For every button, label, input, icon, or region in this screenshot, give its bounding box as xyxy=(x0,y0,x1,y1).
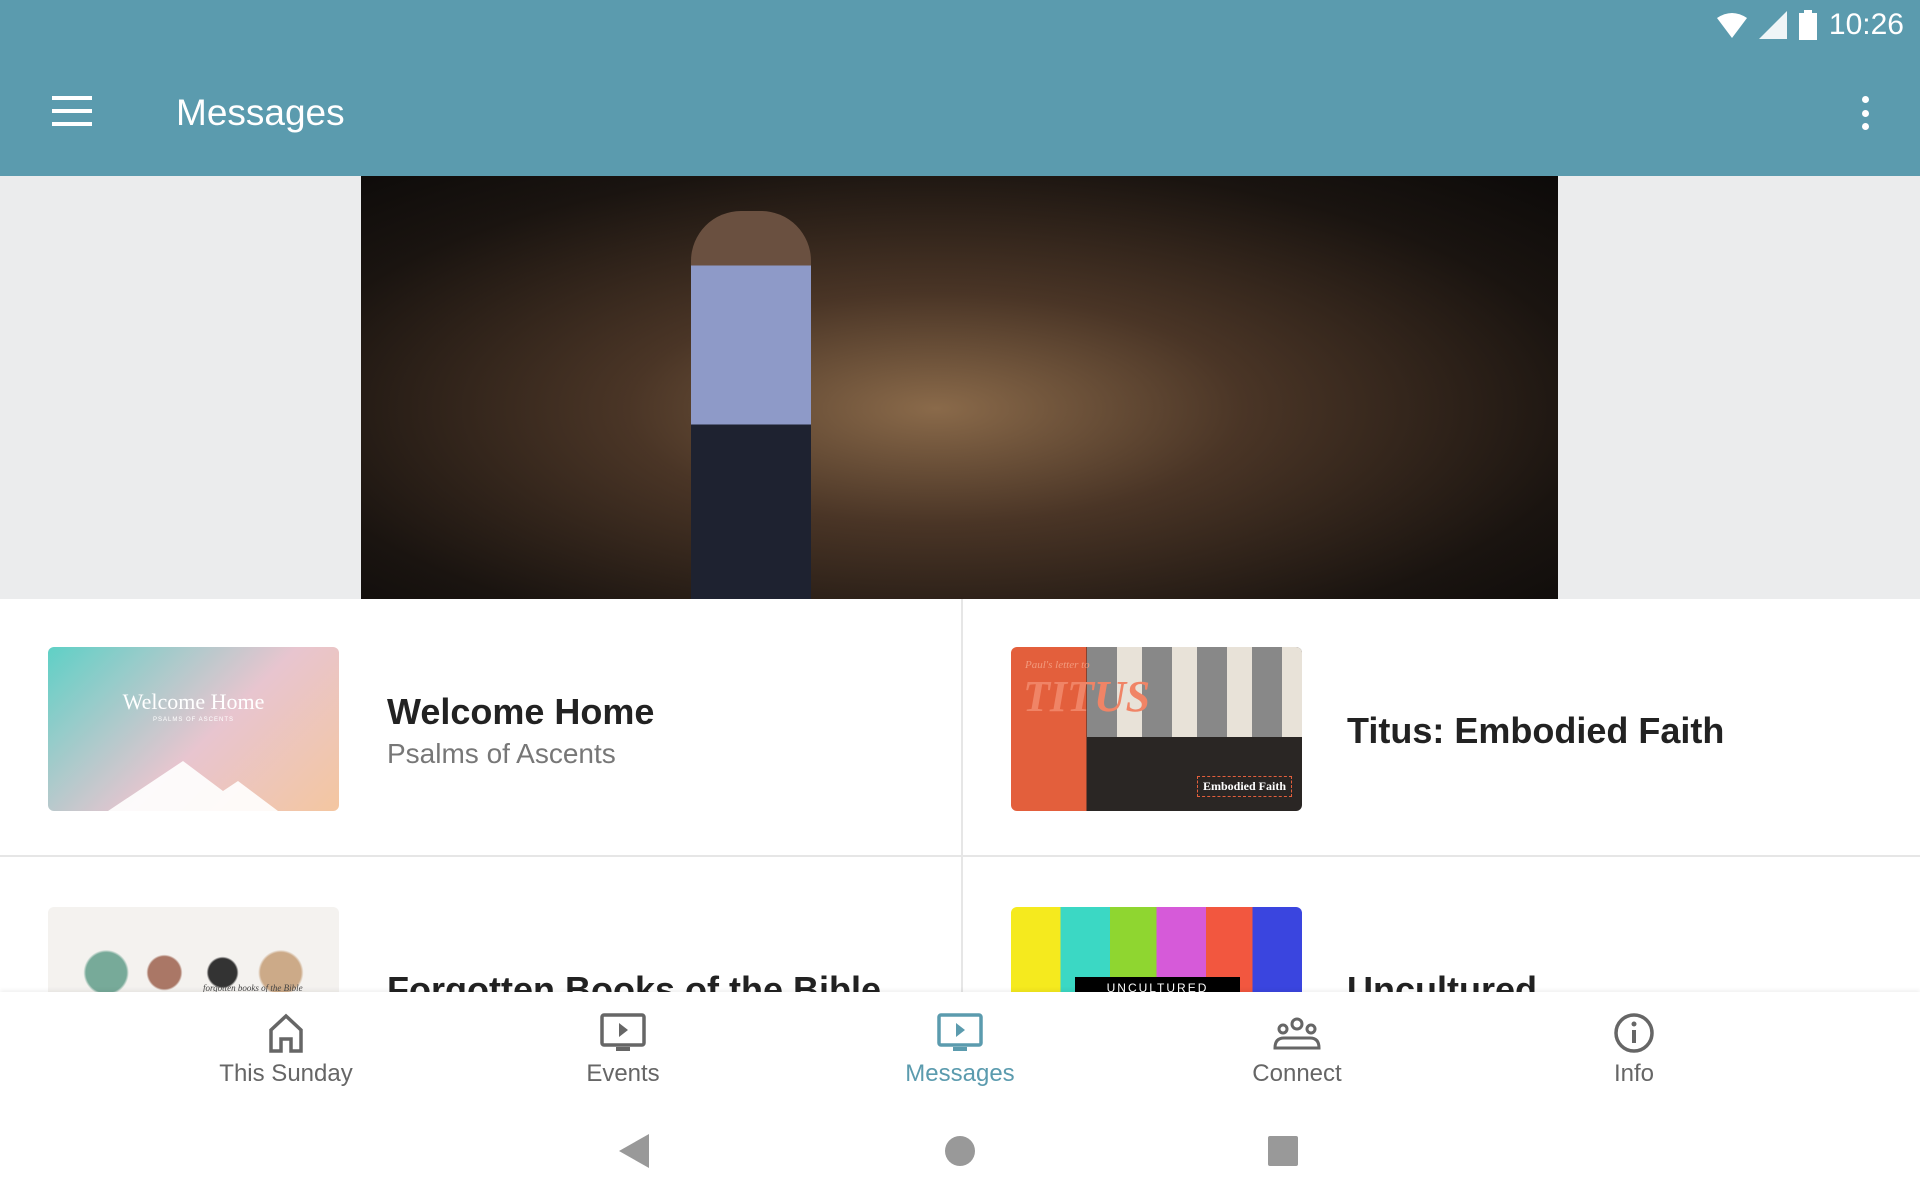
system-navigation-bar xyxy=(0,1114,1920,1200)
message-title: Welcome Home xyxy=(387,691,655,732)
status-bar: 10:26 xyxy=(1716,8,1904,42)
home-button-icon[interactable] xyxy=(945,1136,975,1166)
thumb-text: Welcome Home xyxy=(122,689,265,714)
status-time: 10:26 xyxy=(1828,8,1904,41)
tab-info[interactable]: Info xyxy=(1466,992,1803,1114)
thumb-text: TITUS xyxy=(1023,672,1151,721)
tab-label: Events xyxy=(586,1060,660,1087)
hero-image xyxy=(361,176,1558,599)
column-divider xyxy=(961,599,963,992)
thumb-subtext: Embodied Faith xyxy=(1196,776,1292,797)
more-vert-icon[interactable] xyxy=(1862,96,1870,130)
wifi-icon xyxy=(1716,13,1747,38)
tv-play-icon xyxy=(600,1013,646,1051)
home-icon xyxy=(269,1013,303,1053)
tab-label: This Sunday xyxy=(219,1060,353,1087)
tab-messages[interactable]: Messages xyxy=(792,992,1129,1114)
tab-connect[interactable]: Connect xyxy=(1129,992,1466,1114)
message-card[interactable]: Welcome Home PSALMS OF ASCENTS Welcome H… xyxy=(0,599,961,857)
tab-events[interactable]: Events xyxy=(455,992,792,1114)
message-thumbnail: Welcome Home PSALMS OF ASCENTS xyxy=(48,647,339,811)
tab-label: Messages xyxy=(905,1060,1015,1087)
message-thumbnail: Paul's letter to TITUS Embodied Faith xyxy=(1011,647,1302,811)
battery-icon xyxy=(1798,10,1817,40)
bottom-navigation: This Sunday Events Messages Connect Info xyxy=(0,992,1920,1114)
tab-label: Connect xyxy=(1252,1060,1342,1087)
tab-label: Info xyxy=(1613,1060,1655,1087)
hero-banner[interactable] xyxy=(0,176,1920,599)
group-icon xyxy=(1273,1017,1321,1050)
thumb-pretext: Paul's letter to xyxy=(1025,659,1090,671)
signal-icon xyxy=(1758,11,1787,39)
tab-this-sunday[interactable]: This Sunday xyxy=(118,992,455,1114)
message-subtitle: Psalms of Ascents xyxy=(387,738,616,769)
tv-play-icon xyxy=(937,1013,983,1051)
recents-icon[interactable] xyxy=(1268,1136,1298,1166)
message-card[interactable]: Paul's letter to TITUS Embodied Faith Ti… xyxy=(963,599,1920,857)
info-icon xyxy=(1614,1013,1654,1053)
hamburger-icon[interactable] xyxy=(52,96,92,126)
back-icon[interactable] xyxy=(619,1134,649,1168)
thumb-subtext: PSALMS OF ASCENTS xyxy=(152,717,235,723)
message-title: Titus: Embodied Faith xyxy=(1347,710,1725,751)
page-title: Messages xyxy=(176,92,345,133)
app-bar: 10:26 Messages xyxy=(0,0,1920,176)
